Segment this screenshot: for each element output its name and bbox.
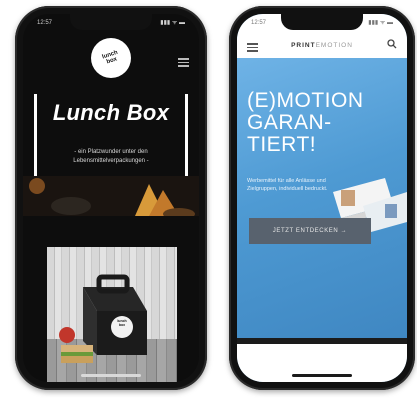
discover-button[interactable]: JETZT ENTDECKEN → (249, 218, 371, 244)
lunchbox-screen: 12:57 ▮▮▮ ᯤ ▬ lunch box Lunch Box - ein … (23, 14, 199, 382)
phone-right: 12:57 ▮▮▮ ᯤ ▬ PRINTEMOTION (E)MOTION GAR… (229, 6, 415, 390)
status-icons: ▮▮▮ ᯤ ▬ (160, 20, 185, 26)
section-divider (237, 338, 407, 344)
brand-accent: EMOTION (315, 41, 353, 49)
status-time: 12:57 (251, 20, 267, 26)
printemotion-screen: 12:57 ▮▮▮ ᯤ ▬ PRINTEMOTION (E)MOTION GAR… (237, 14, 407, 382)
home-indicator (81, 374, 141, 377)
logo-text: lunch box (101, 49, 119, 66)
site-header: lunch box (23, 32, 199, 94)
lunchbox-image (59, 274, 147, 363)
brand-logo[interactable]: lunch box (91, 38, 131, 78)
product-logo: lunch box (117, 319, 127, 327)
hero-section: Lunch Box - ein Platzwunder unter den Le… (23, 94, 199, 216)
home-indicator (292, 374, 352, 377)
phone-left: 12:57 ▮▮▮ ᯤ ▬ lunch box Lunch Box - ein … (15, 6, 207, 390)
status-icons: ▮▮▮ ᯤ ▬ (368, 20, 393, 26)
product-photo: lunch box (47, 247, 177, 382)
hero-subtitle: - ein Platzwunder unter den Lebensmittel… (73, 149, 149, 164)
hero-title: Lunch Box (52, 100, 170, 125)
phone-notch (281, 14, 363, 30)
hamburger-menu-icon[interactable] (178, 56, 189, 69)
hero-title-line-1: (E)MOTION (247, 89, 364, 112)
brand-main: PRINT (291, 41, 316, 49)
hero-subtitle: Werbemittel für alle Anlässe und Zielgru… (247, 178, 328, 192)
hero-title-line-3: TIERT! (247, 133, 317, 156)
hero-title-line-2: GARAN- (247, 111, 332, 134)
food-image (23, 176, 199, 216)
search-icon[interactable] (387, 39, 397, 49)
top-nav: PRINTEMOTION (237, 32, 407, 58)
brand-logo[interactable]: PRINTEMOTION (291, 42, 353, 49)
hamburger-menu-icon[interactable] (247, 41, 258, 54)
phone-notch (70, 14, 152, 30)
hero-title: (E)MOTION GARAN- TIERT! (247, 90, 397, 156)
status-time: 12:57 (37, 20, 53, 26)
